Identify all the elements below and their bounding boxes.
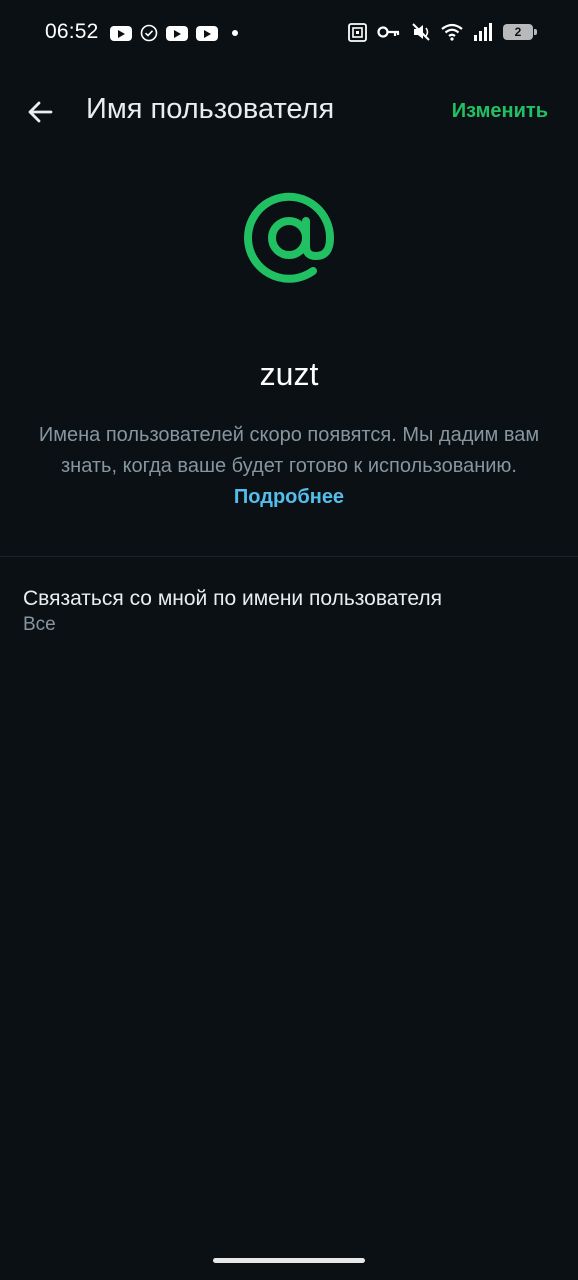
arrow-left-icon [28, 101, 53, 123]
divider [0, 556, 578, 557]
battery-icon: 2 [503, 24, 537, 40]
page-title: Имя пользователя [86, 93, 335, 125]
youtube-icon [110, 25, 132, 41]
gesture-navigation-handle[interactable] [213, 1258, 365, 1263]
at-sign-icon [239, 188, 339, 288]
contact-by-username-setting[interactable]: Связаться со мной по имени пользователя … [0, 576, 578, 646]
wifi-icon [441, 23, 463, 41]
username-description: Имена пользователей скоро появятся. Мы д… [34, 420, 544, 513]
youtube-icon [196, 25, 218, 41]
signal-icon [474, 23, 492, 41]
setting-title: Связаться со мной по имени пользователя [23, 587, 442, 610]
system-icons: 2 [348, 22, 537, 42]
description-text: Имена пользователей скоро появятся. Мы д… [38, 424, 540, 477]
check-circle-icon [140, 24, 158, 42]
dot-icon [232, 30, 238, 36]
status-time: 06:52 [45, 20, 99, 43]
edit-button[interactable]: Изменить [452, 100, 548, 123]
username-text: zuzt [259, 356, 319, 392]
notification-icons [110, 24, 238, 42]
setting-value: Все [23, 614, 56, 635]
app-bar: Имя пользователя Изменить [0, 80, 578, 146]
back-button[interactable] [22, 94, 58, 130]
mute-icon [412, 23, 430, 41]
learn-more-link[interactable]: Подробнее [234, 486, 344, 508]
status-bar: 06:52 2 [0, 0, 578, 68]
youtube-icon [166, 25, 188, 41]
nfc-icon [348, 22, 367, 42]
key-icon [377, 26, 400, 38]
